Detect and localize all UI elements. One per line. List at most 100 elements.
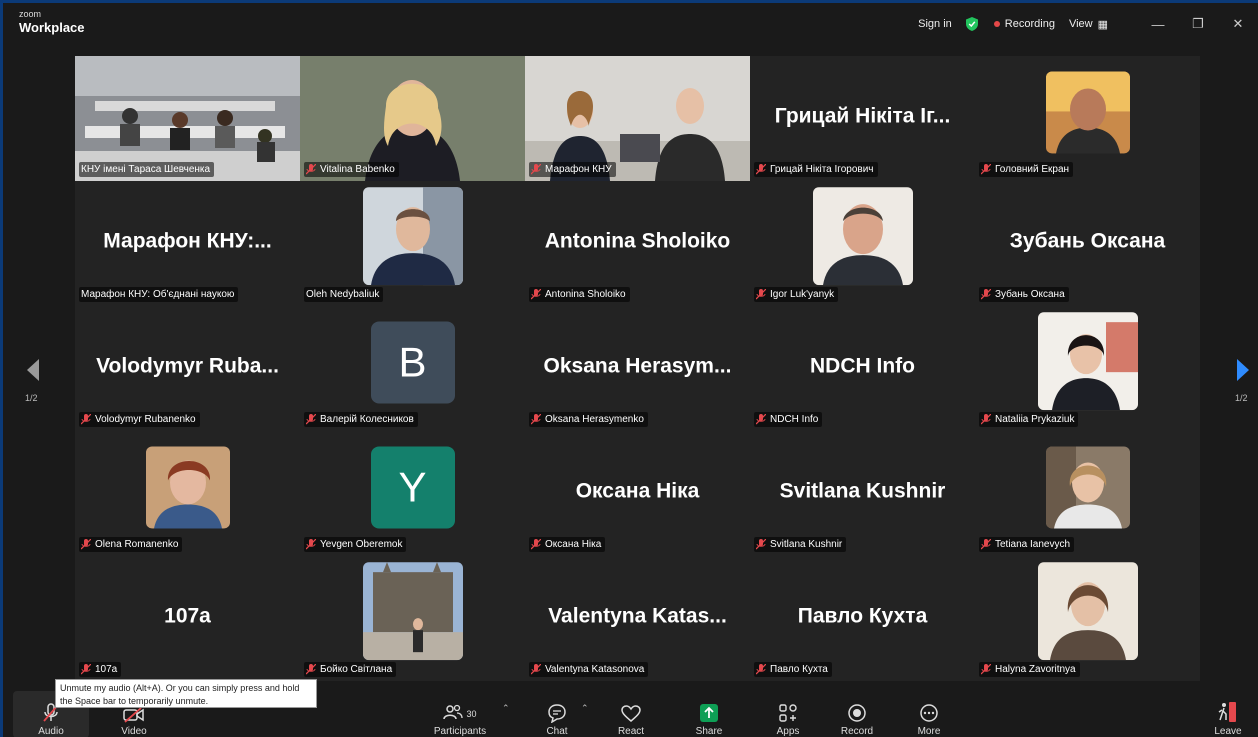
record-label: Record	[840, 726, 874, 737]
view-label: View	[1068, 18, 1093, 30]
participant-name-tag: NDCH Info	[754, 412, 823, 427]
participant-name-tag: Vitalina Babenko	[304, 162, 399, 177]
participant-tile[interactable]: B Валерій Колесников	[300, 306, 525, 431]
mic-muted-icon	[306, 664, 316, 675]
participant-name-tag: Бойко Світлана	[304, 662, 397, 677]
more-icon	[920, 704, 938, 722]
participant-tile[interactable]: Antonina Sholoiko Antonina Sholoiko	[525, 181, 750, 306]
participant-name: Nataliia Prykaziuk	[995, 414, 1075, 425]
participant-name-tag: Valentyna Katasonova	[529, 662, 649, 677]
mic-muted-icon	[756, 664, 766, 675]
profile-photo	[362, 561, 463, 660]
participant-name: Марафон КНУ: Об'єднані наукою	[81, 289, 235, 300]
participant-display-name: Зубань Оксана	[1009, 229, 1166, 253]
share-screen-icon	[700, 704, 718, 722]
profile-photo	[1045, 70, 1130, 153]
participant-tile[interactable]: NDCH Info NDCH Info	[750, 306, 975, 431]
participant-tile[interactable]: Грицай Нікіта Іг... Грицай Нікіта Ігоров…	[750, 56, 975, 181]
participant-name: Грицай Нікіта Ігорович	[770, 164, 874, 175]
profile-photo	[145, 445, 230, 528]
participant-tile[interactable]: Павло Кухта Павло Кухта	[750, 556, 975, 681]
leave-button[interactable]: Leave	[1208, 691, 1248, 737]
restore-icon[interactable]: ❐	[1178, 16, 1218, 32]
record-button[interactable]: Record	[837, 691, 877, 737]
participant-name-tag: Oleh Nedybaliuk	[304, 287, 384, 302]
participant-tile[interactable]: Головний Екран	[975, 56, 1200, 181]
mic-muted-icon	[531, 414, 541, 425]
next-page-icon[interactable]	[1233, 355, 1253, 385]
mic-muted-icon	[81, 539, 91, 550]
app-logo: zoom Workplace	[19, 10, 85, 35]
participants-options-icon[interactable]: ⌃	[502, 703, 510, 714]
participant-name-tag: Olena Romanenko	[79, 537, 183, 552]
participant-tile[interactable]: Tetiana Ianevych	[975, 431, 1200, 556]
participant-name-tag: Tetiana Ianevych	[979, 537, 1075, 552]
share-button[interactable]: Share	[689, 691, 729, 737]
participant-tile[interactable]: Halyna Zavoritnya	[975, 556, 1200, 681]
participant-tile[interactable]: Зубань Оксана Зубань Оксана	[975, 181, 1200, 306]
zoom-window: zoom Workplace Sign in Recording View ▦ …	[3, 3, 1258, 737]
participant-tile[interactable]: Бойко Світлана	[300, 556, 525, 681]
participant-tile[interactable]: 107a 107a	[75, 556, 300, 681]
participant-name: Vitalina Babenko	[320, 164, 395, 175]
participant-display-name: NDCH Info	[810, 354, 915, 378]
participant-name-tag: Головний Екран	[979, 162, 1074, 177]
chat-label: Chat	[546, 726, 568, 737]
participant-tile[interactable]: Volodymyr Ruba... Volodymyr Rubanenko	[75, 306, 300, 431]
participant-display-name: Volodymyr Ruba...	[96, 354, 279, 378]
profile-photo	[1037, 311, 1138, 410]
participant-tile[interactable]: Oksana Herasym... Oksana Herasymenko	[525, 306, 750, 431]
participant-tile[interactable]: Valentyna Katas... Valentyna Katasonova	[525, 556, 750, 681]
recording-indicator[interactable]: Recording	[993, 18, 1055, 30]
participant-name-tag: Volodymyr Rubanenko	[79, 412, 200, 427]
participants-icon	[443, 704, 464, 720]
participant-tile[interactable]: Марафон КНУ	[525, 56, 750, 181]
share-label: Share	[695, 726, 723, 737]
mic-muted-icon	[531, 664, 541, 675]
participant-name-tag: Грицай Нікіта Ігорович	[754, 162, 878, 177]
close-icon[interactable]: ✕	[1218, 16, 1258, 32]
participant-name-tag: Валерій Колесников	[304, 412, 418, 427]
participant-tile[interactable]: КНУ імені Тараса Шевченка	[75, 56, 300, 181]
participant-tile[interactable]: Igor Luk'yanyk	[750, 181, 975, 306]
record-icon	[848, 704, 866, 722]
participant-tile[interactable]: Olena Romanenko	[75, 431, 300, 556]
apps-button[interactable]: Apps	[768, 691, 808, 737]
react-label: React	[617, 726, 645, 737]
sign-in-link[interactable]: Sign in	[918, 18, 952, 30]
mic-muted-icon	[756, 539, 766, 550]
mic-muted-icon	[531, 289, 541, 300]
more-button[interactable]: More	[909, 691, 949, 737]
participant-name-tag: Оксана Ніка	[529, 537, 606, 552]
participant-tile[interactable]: Марафон КНУ:... Марафон КНУ: Об'єднані н…	[75, 181, 300, 306]
mic-muted-icon	[756, 164, 766, 175]
participant-name-tag: Svitlana Kushnir	[754, 537, 847, 552]
chat-options-icon[interactable]: ⌃	[581, 703, 589, 714]
brand-workplace: Workplace	[19, 20, 85, 35]
participant-tile[interactable]: Oleh Nedybaliuk	[300, 181, 525, 306]
mic-muted-icon	[756, 289, 766, 300]
mic-muted-icon	[531, 164, 541, 175]
view-button[interactable]: View ▦	[1069, 18, 1108, 31]
participant-tile[interactable]: Svitlana Kushnir Svitlana Kushnir	[750, 431, 975, 556]
mic-muted-icon	[981, 539, 991, 550]
participant-display-name: 107a	[164, 604, 211, 628]
participant-tile[interactable]: Vitalina Babenko	[300, 56, 525, 181]
chat-button[interactable]: Chat	[537, 691, 577, 737]
participant-name-tag: Марафон КНУ	[529, 162, 616, 177]
participants-button[interactable]: 30 Participants	[427, 691, 493, 737]
participant-tile[interactable]: Оксана Ніка Оксана Ніка	[525, 431, 750, 556]
participant-name-tag: 107a	[79, 662, 122, 677]
participant-tile[interactable]: Y Yevgen Oberemok	[300, 431, 525, 556]
react-button[interactable]: React	[611, 691, 651, 737]
recording-label: Recording	[1004, 18, 1055, 30]
leave-label: Leave	[1214, 726, 1242, 737]
shield-check-icon[interactable]	[965, 17, 978, 31]
participant-tile[interactable]: Nataliia Prykaziuk	[975, 306, 1200, 431]
minimize-icon[interactable]: —	[1138, 17, 1178, 32]
participant-name: Volodymyr Rubanenko	[95, 414, 196, 425]
participant-display-name: Павло Кухта	[797, 604, 928, 628]
participant-display-name: Марафон КНУ:...	[103, 229, 272, 253]
participant-name: Головний Екран	[995, 164, 1070, 175]
prev-page-icon[interactable]	[23, 355, 43, 385]
